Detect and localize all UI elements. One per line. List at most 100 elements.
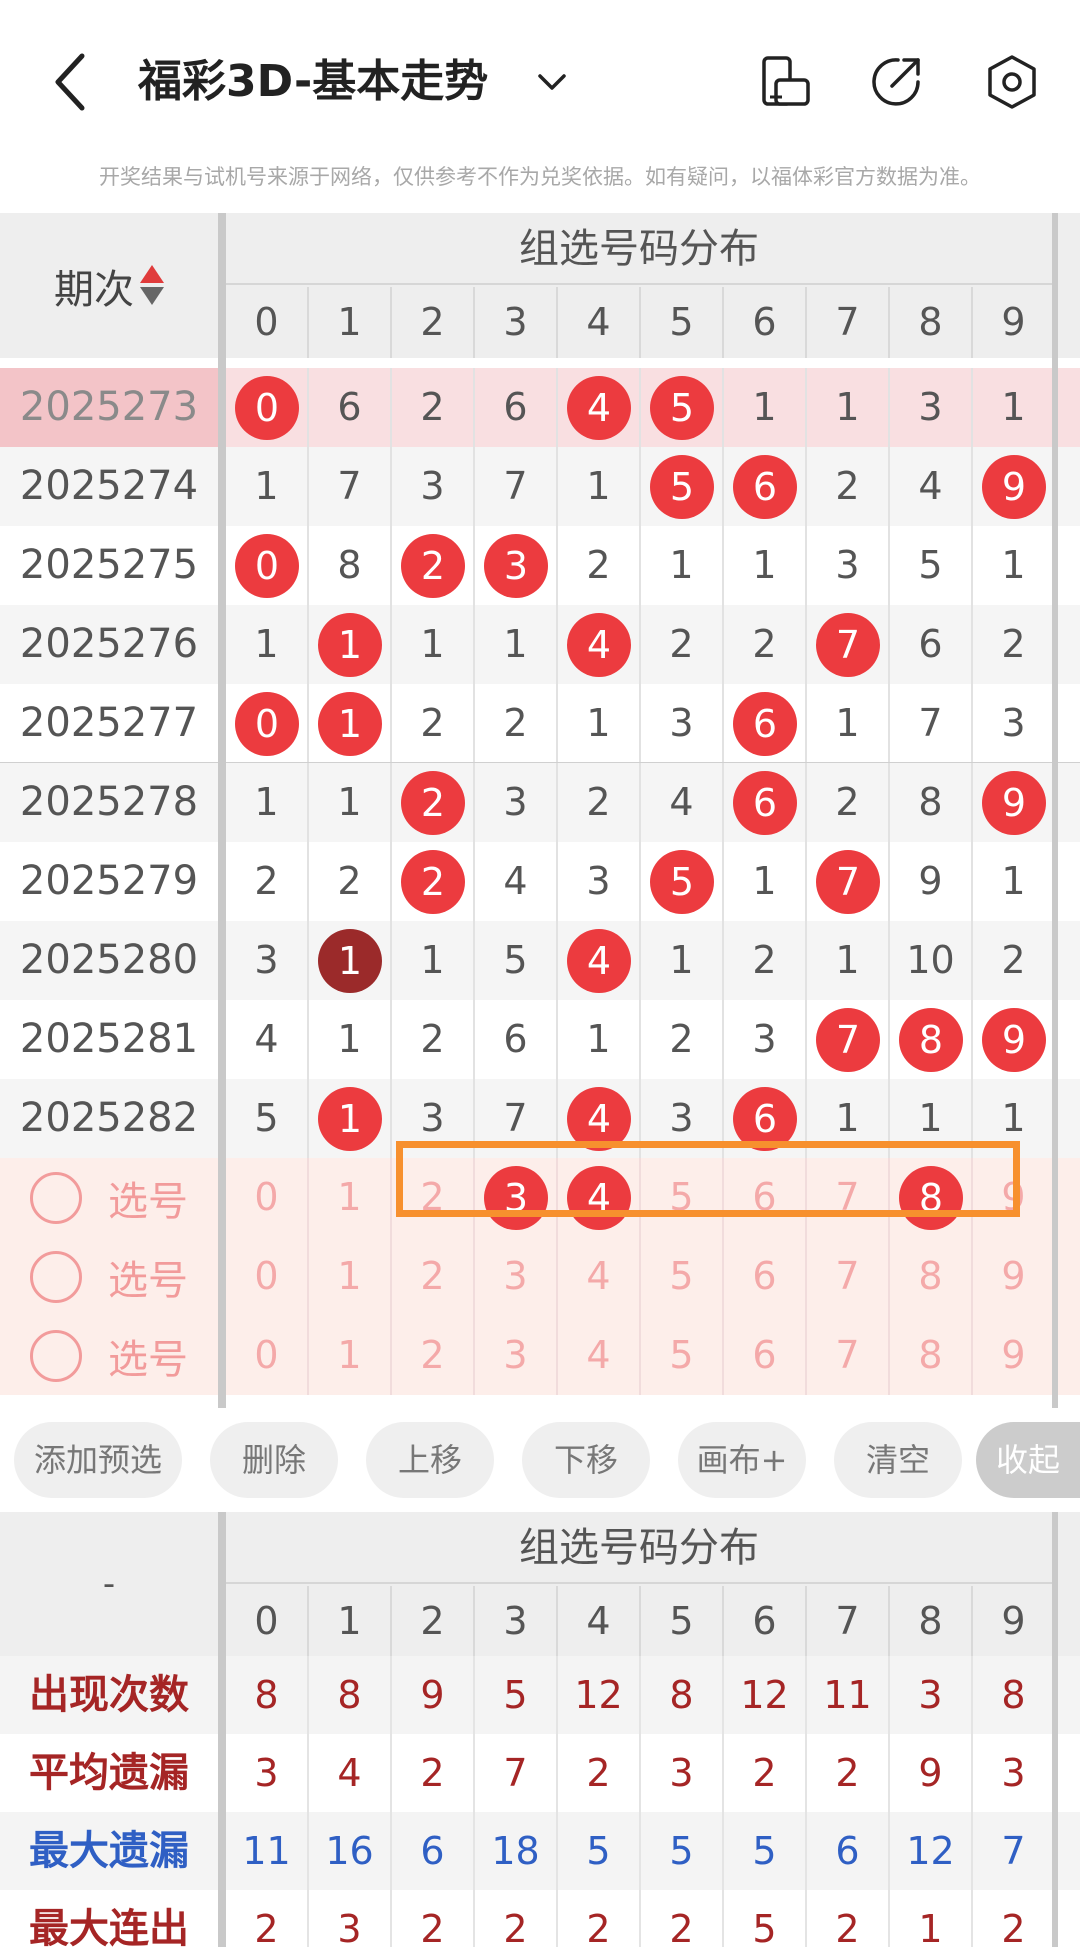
chevron-down-icon[interactable] bbox=[534, 64, 570, 100]
number-cell: 0 bbox=[226, 684, 309, 763]
pick-number-cell[interactable]: 5 bbox=[641, 1237, 724, 1316]
pick-number-cell[interactable]: 0 bbox=[226, 1158, 309, 1237]
pick-number-cell[interactable]: 9 bbox=[973, 1316, 1056, 1395]
pick-row: 选号 0 1 2 3 4 5 6 7 8 9 bbox=[0, 1316, 1080, 1395]
pick-number-cell[interactable]: 7 bbox=[807, 1237, 890, 1316]
period-cell: 2025280 bbox=[19, 937, 199, 983]
number-cell: 3 bbox=[475, 526, 558, 605]
stats-digit-header: 4 bbox=[558, 1586, 641, 1657]
table-row: 2025277 0 1 2 2 1 3 6 1 7 3 bbox=[0, 684, 1080, 763]
number-cell: 6 bbox=[475, 1000, 558, 1079]
number-cell: 0 bbox=[226, 368, 309, 447]
radio-circle-icon[interactable] bbox=[30, 1250, 82, 1303]
stats-value-cell: 8 bbox=[641, 1656, 724, 1734]
pick-number-cell[interactable]: 1 bbox=[309, 1316, 392, 1395]
number-cell: 3 bbox=[475, 763, 558, 842]
pick-row-label[interactable]: 选号 bbox=[0, 1158, 218, 1237]
digit-header: 0 bbox=[226, 287, 309, 358]
number-cell: 1 bbox=[309, 921, 392, 1000]
number-cell: 4 bbox=[558, 605, 641, 684]
pick-number-cell[interactable]: 8 bbox=[890, 1237, 973, 1316]
pick-number-cell[interactable]: 3 bbox=[475, 1316, 558, 1395]
collapse-button[interactable]: 收起 bbox=[976, 1422, 1080, 1498]
number-cell: 2 bbox=[807, 763, 890, 842]
pick-number-cell[interactable]: 4 bbox=[558, 1237, 641, 1316]
back-arrow-icon[interactable] bbox=[48, 50, 92, 114]
move-down-button[interactable]: 下移 bbox=[522, 1422, 650, 1498]
number-cell: 1 bbox=[226, 447, 309, 526]
radio-circle-icon[interactable] bbox=[30, 1171, 82, 1224]
number-cell: 5 bbox=[226, 1079, 309, 1158]
number-cell: 1 bbox=[558, 1000, 641, 1079]
stats-value-cell: 5 bbox=[475, 1656, 558, 1734]
stats-corner: - bbox=[102, 1564, 116, 1604]
clear-button[interactable]: 清空 bbox=[834, 1422, 962, 1498]
sort-icon[interactable] bbox=[140, 264, 164, 307]
number-cell: 8 bbox=[890, 763, 973, 842]
period-cell: 2025273 bbox=[0, 368, 218, 447]
pick-number-cell[interactable]: 5 bbox=[641, 1316, 724, 1395]
pick-number-cell[interactable]: 3 bbox=[475, 1237, 558, 1316]
delete-button[interactable]: 删除 bbox=[210, 1422, 338, 1498]
share-icon[interactable] bbox=[866, 52, 926, 112]
stats-value-cell: 2 bbox=[641, 1890, 724, 1947]
group-distribution-title: 组选号码分布 bbox=[226, 213, 1052, 285]
digit-header: 5 bbox=[641, 287, 724, 358]
pick-number-cell[interactable]: 1 bbox=[309, 1158, 392, 1237]
pick-number-cell[interactable]: 2 bbox=[392, 1237, 475, 1316]
drawn-number-ball: 5 bbox=[650, 850, 714, 914]
number-cell: 1 bbox=[392, 605, 475, 684]
add-preselect-button[interactable]: 添加预选 bbox=[14, 1422, 182, 1498]
canvas-plus-button[interactable]: 画布+ bbox=[678, 1422, 806, 1498]
number-cell: 2 bbox=[724, 921, 807, 1000]
pick-number-cell[interactable]: 7 bbox=[807, 1316, 890, 1395]
pick-number-cell[interactable]: 0 bbox=[226, 1316, 309, 1395]
radio-circle-icon[interactable] bbox=[30, 1329, 82, 1382]
drawn-number-ball: 3 bbox=[484, 534, 548, 598]
stats-header: - 组选号码分布 0123456789 bbox=[0, 1512, 1080, 1657]
number-cell: 5 bbox=[890, 526, 973, 605]
stats-digit-header: 2 bbox=[392, 1586, 475, 1657]
table-row: 2025281 4 1 2 6 1 2 3 7 8 9 bbox=[0, 1000, 1080, 1079]
number-cell: 2 bbox=[226, 842, 309, 921]
digit-header: 3 bbox=[475, 287, 558, 358]
trend-table: 期次 组选号码分布 0123456789 2025273 0 6 2 6 4 5 1 1 3 1 20… bbox=[0, 213, 1080, 1408]
number-cell: 6 bbox=[309, 368, 392, 447]
number-cell: 1 bbox=[309, 1000, 392, 1079]
page-title[interactable]: 福彩3D-基本走势 bbox=[138, 50, 488, 114]
stats-value-cell: 8 bbox=[226, 1656, 309, 1734]
drawn-number-ball: 7 bbox=[816, 850, 880, 914]
period-cell: 2025275 bbox=[19, 542, 199, 588]
pick-number-cell[interactable]: 0 bbox=[226, 1237, 309, 1316]
stats-row: 平均遗漏 3 4 2 7 2 3 2 2 9 3 bbox=[0, 1734, 1080, 1812]
pick-number-cell[interactable]: 6 bbox=[724, 1237, 807, 1316]
rotate-screen-icon[interactable] bbox=[756, 52, 816, 112]
selection-highlight-box bbox=[396, 1141, 1020, 1217]
number-cell: 3 bbox=[392, 447, 475, 526]
pick-number-cell[interactable]: 1 bbox=[309, 1237, 392, 1316]
stats-column-divider-right bbox=[1052, 1512, 1058, 1947]
number-cell: 9 bbox=[973, 447, 1056, 526]
stats-value-cell: 2 bbox=[807, 1890, 890, 1947]
pick-number-cell[interactable]: 6 bbox=[724, 1316, 807, 1395]
period-sort-header[interactable]: 期次 bbox=[0, 213, 218, 358]
column-divider-right bbox=[1052, 213, 1058, 1408]
pick-number-cell[interactable]: 2 bbox=[392, 1316, 475, 1395]
move-up-button[interactable]: 上移 bbox=[366, 1422, 494, 1498]
number-cell: 7 bbox=[807, 1000, 890, 1079]
number-cell: 2 bbox=[392, 842, 475, 921]
number-cell: 7 bbox=[890, 684, 973, 763]
stats-digit-header: 9 bbox=[973, 1586, 1056, 1657]
stats-value-cell: 7 bbox=[475, 1734, 558, 1812]
number-cell: 7 bbox=[807, 605, 890, 684]
pick-number-cell[interactable]: 9 bbox=[973, 1237, 1056, 1316]
pick-number-cell[interactable]: 4 bbox=[558, 1316, 641, 1395]
stats-value-cell: 8 bbox=[973, 1656, 1056, 1734]
pick-row-label[interactable]: 选号 bbox=[0, 1237, 218, 1316]
settings-icon[interactable] bbox=[982, 52, 1042, 112]
stats-value-cell: 9 bbox=[890, 1734, 973, 1812]
period-label: 期次 bbox=[54, 266, 134, 313]
pick-row-label[interactable]: 选号 bbox=[0, 1316, 218, 1395]
stats-value-cell: 7 bbox=[973, 1812, 1056, 1890]
pick-number-cell[interactable]: 8 bbox=[890, 1316, 973, 1395]
